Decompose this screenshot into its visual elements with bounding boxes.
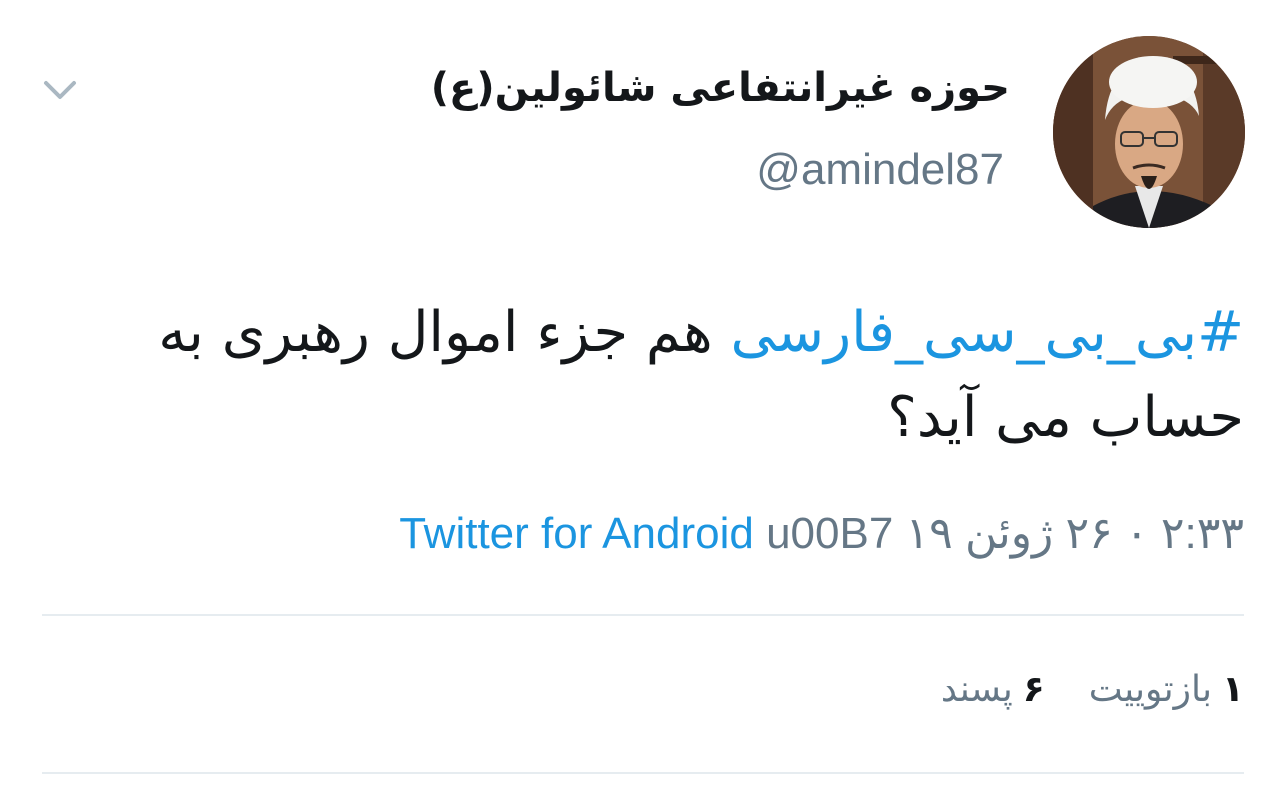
likes-stat[interactable]: ۶پسند: [941, 668, 1045, 711]
retweets-stat[interactable]: ۱بازتوییت: [1089, 668, 1244, 711]
tweet-time: ۲:۳۳: [1160, 509, 1244, 558]
likes-count: ۶: [1022, 669, 1045, 710]
likes-label: پسند: [940, 669, 1013, 710]
tweet-text: #بی_بی_سی_فارسی هم جزء اموال رهبری به حس…: [44, 290, 1244, 460]
meta-dot-code: u00B7: [766, 509, 894, 558]
author-handle[interactable]: @amindel87: [756, 144, 1004, 197]
avatar[interactable]: [1053, 36, 1245, 228]
divider: [42, 772, 1244, 774]
divider: [42, 614, 1244, 616]
author-display-name[interactable]: حوزه غیرانتفاعی شائولین(ع): [431, 64, 1010, 112]
tweet-source-link[interactable]: Twitter for Android: [399, 509, 754, 558]
chevron-down-icon[interactable]: [36, 66, 84, 114]
tweet-date: ۲۶ ژوئن ۱۹: [905, 509, 1113, 558]
tweet-meta: Twitter for Android u00B7 ۲۶ ژوئن ۱۹ ۰ ۲…: [399, 508, 1244, 561]
retweets-label: بازتوییت: [1088, 669, 1213, 710]
retweets-count: ۱: [1222, 669, 1244, 710]
hashtag-link[interactable]: #بی_بی_سی_فارسی: [730, 300, 1244, 365]
tweet-stats: ۱بازتوییت ۶پسند: [897, 668, 1244, 711]
meta-separator: ۰: [1125, 509, 1149, 558]
tweet-detail: حوزه غیرانتفاعی شائولین(ع) @amindel87 #ب…: [0, 0, 1280, 787]
